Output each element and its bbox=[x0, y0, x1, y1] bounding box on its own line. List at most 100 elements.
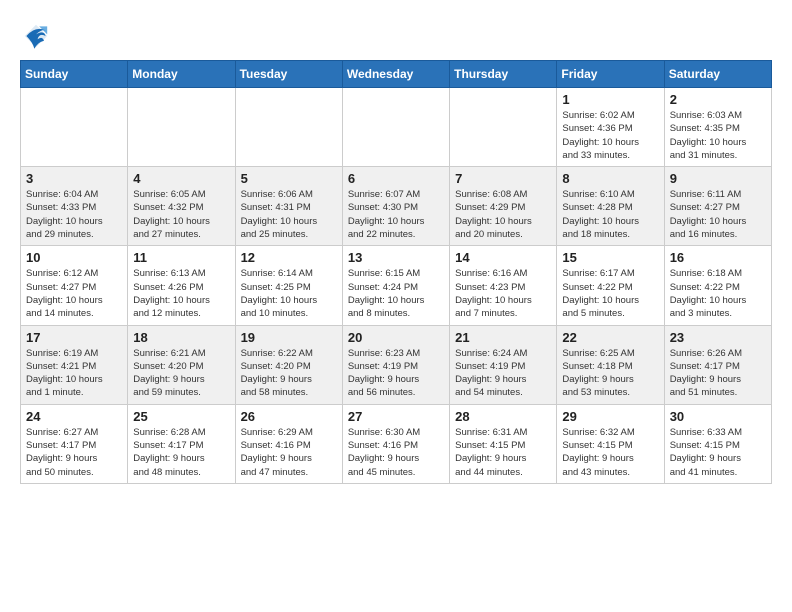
day-number: 28 bbox=[455, 409, 551, 424]
calendar-cell: 9 Sunrise: 6:11 AM Sunset: 4:27 PM Daylig… bbox=[664, 167, 771, 246]
day-number: 5 bbox=[241, 171, 337, 186]
day-info: Sunrise: 6:14 AM Sunset: 4:25 PM Dayligh… bbox=[241, 267, 337, 320]
calendar-cell: 25 Sunrise: 6:28 AM Sunset: 4:17 PM Dayli… bbox=[128, 404, 235, 483]
calendar-cell: 22 Sunrise: 6:25 AM Sunset: 4:18 PM Dayli… bbox=[557, 325, 664, 404]
calendar-cell: 28 Sunrise: 6:31 AM Sunset: 4:15 PM Dayli… bbox=[450, 404, 557, 483]
day-info: Sunrise: 6:03 AM Sunset: 4:35 PM Dayligh… bbox=[670, 109, 766, 162]
weekday-header-tuesday: Tuesday bbox=[235, 61, 342, 88]
calendar-cell: 11Sunrise: 6:13 AM Sunset: 4:26 PM Dayli… bbox=[128, 246, 235, 325]
header bbox=[20, 16, 772, 52]
day-number: 18 bbox=[133, 330, 229, 345]
day-number: 10 bbox=[26, 250, 122, 265]
day-number: 23 bbox=[670, 330, 766, 345]
calendar-cell: 24 Sunrise: 6:27 AM Sunset: 4:17 PM Dayli… bbox=[21, 404, 128, 483]
day-info: Sunrise: 6:08 AM Sunset: 4:29 PM Dayligh… bbox=[455, 188, 551, 241]
calendar: SundayMondayTuesdayWednesdayThursdayFrid… bbox=[20, 60, 772, 484]
week-row-0: 1 Sunrise: 6:02 AM Sunset: 4:36 PM Daylig… bbox=[21, 88, 772, 167]
day-number: 29 bbox=[562, 409, 658, 424]
day-number: 9 bbox=[670, 171, 766, 186]
day-info: Sunrise: 6:27 AM Sunset: 4:17 PM Dayligh… bbox=[26, 426, 122, 479]
day-number: 6 bbox=[348, 171, 444, 186]
calendar-cell: 26 Sunrise: 6:29 AM Sunset: 4:16 PM Dayli… bbox=[235, 404, 342, 483]
day-info: Sunrise: 6:29 AM Sunset: 4:16 PM Dayligh… bbox=[241, 426, 337, 479]
day-info: Sunrise: 6:18 AM Sunset: 4:22 PM Dayligh… bbox=[670, 267, 766, 320]
day-number: 1 bbox=[562, 92, 658, 107]
logo-icon bbox=[20, 20, 52, 52]
week-row-1: 3 Sunrise: 6:04 AM Sunset: 4:33 PM Daylig… bbox=[21, 167, 772, 246]
calendar-cell: 2 Sunrise: 6:03 AM Sunset: 4:35 PM Daylig… bbox=[664, 88, 771, 167]
day-number: 7 bbox=[455, 171, 551, 186]
calendar-cell bbox=[128, 88, 235, 167]
calendar-cell: 6 Sunrise: 6:07 AM Sunset: 4:30 PM Daylig… bbox=[342, 167, 449, 246]
day-number: 14 bbox=[455, 250, 551, 265]
day-info: Sunrise: 6:28 AM Sunset: 4:17 PM Dayligh… bbox=[133, 426, 229, 479]
calendar-cell bbox=[342, 88, 449, 167]
day-info: Sunrise: 6:02 AM Sunset: 4:36 PM Dayligh… bbox=[562, 109, 658, 162]
day-number: 2 bbox=[670, 92, 766, 107]
calendar-cell: 30 Sunrise: 6:33 AM Sunset: 4:15 PM Dayli… bbox=[664, 404, 771, 483]
day-number: 25 bbox=[133, 409, 229, 424]
day-info: Sunrise: 6:12 AM Sunset: 4:27 PM Dayligh… bbox=[26, 267, 122, 320]
calendar-cell: 3 Sunrise: 6:04 AM Sunset: 4:33 PM Daylig… bbox=[21, 167, 128, 246]
day-number: 16 bbox=[670, 250, 766, 265]
day-info: Sunrise: 6:06 AM Sunset: 4:31 PM Dayligh… bbox=[241, 188, 337, 241]
calendar-cell: 29 Sunrise: 6:32 AM Sunset: 4:15 PM Dayli… bbox=[557, 404, 664, 483]
calendar-cell: 5 Sunrise: 6:06 AM Sunset: 4:31 PM Daylig… bbox=[235, 167, 342, 246]
day-number: 17 bbox=[26, 330, 122, 345]
calendar-cell bbox=[450, 88, 557, 167]
calendar-cell: 12Sunrise: 6:14 AM Sunset: 4:25 PM Dayli… bbox=[235, 246, 342, 325]
day-info: Sunrise: 6:17 AM Sunset: 4:22 PM Dayligh… bbox=[562, 267, 658, 320]
day-number: 24 bbox=[26, 409, 122, 424]
day-info: Sunrise: 6:33 AM Sunset: 4:15 PM Dayligh… bbox=[670, 426, 766, 479]
weekday-header-thursday: Thursday bbox=[450, 61, 557, 88]
day-number: 8 bbox=[562, 171, 658, 186]
calendar-cell: 1 Sunrise: 6:02 AM Sunset: 4:36 PM Daylig… bbox=[557, 88, 664, 167]
calendar-cell: 23 Sunrise: 6:26 AM Sunset: 4:17 PM Dayli… bbox=[664, 325, 771, 404]
calendar-cell: 13Sunrise: 6:15 AM Sunset: 4:24 PM Dayli… bbox=[342, 246, 449, 325]
calendar-cell: 20 Sunrise: 6:23 AM Sunset: 4:19 PM Dayli… bbox=[342, 325, 449, 404]
weekday-header-friday: Friday bbox=[557, 61, 664, 88]
day-info: Sunrise: 6:04 AM Sunset: 4:33 PM Dayligh… bbox=[26, 188, 122, 241]
page: SundayMondayTuesdayWednesdayThursdayFrid… bbox=[0, 0, 792, 504]
day-info: Sunrise: 6:30 AM Sunset: 4:16 PM Dayligh… bbox=[348, 426, 444, 479]
day-info: Sunrise: 6:23 AM Sunset: 4:19 PM Dayligh… bbox=[348, 347, 444, 400]
day-number: 30 bbox=[670, 409, 766, 424]
calendar-cell: 27 Sunrise: 6:30 AM Sunset: 4:16 PM Dayli… bbox=[342, 404, 449, 483]
day-info: Sunrise: 6:31 AM Sunset: 4:15 PM Dayligh… bbox=[455, 426, 551, 479]
day-info: Sunrise: 6:21 AM Sunset: 4:20 PM Dayligh… bbox=[133, 347, 229, 400]
calendar-cell: 14Sunrise: 6:16 AM Sunset: 4:23 PM Dayli… bbox=[450, 246, 557, 325]
day-number: 26 bbox=[241, 409, 337, 424]
day-info: Sunrise: 6:32 AM Sunset: 4:15 PM Dayligh… bbox=[562, 426, 658, 479]
day-info: Sunrise: 6:25 AM Sunset: 4:18 PM Dayligh… bbox=[562, 347, 658, 400]
day-info: Sunrise: 6:26 AM Sunset: 4:17 PM Dayligh… bbox=[670, 347, 766, 400]
calendar-cell: 8Sunrise: 6:10 AM Sunset: 4:28 PM Daylig… bbox=[557, 167, 664, 246]
day-info: Sunrise: 6:24 AM Sunset: 4:19 PM Dayligh… bbox=[455, 347, 551, 400]
calendar-cell: 17 Sunrise: 6:19 AM Sunset: 4:21 PM Dayli… bbox=[21, 325, 128, 404]
weekday-header-monday: Monday bbox=[128, 61, 235, 88]
day-info: Sunrise: 6:19 AM Sunset: 4:21 PM Dayligh… bbox=[26, 347, 122, 400]
calendar-cell bbox=[21, 88, 128, 167]
day-number: 20 bbox=[348, 330, 444, 345]
day-info: Sunrise: 6:11 AM Sunset: 4:27 PM Dayligh… bbox=[670, 188, 766, 241]
day-number: 11 bbox=[133, 250, 229, 265]
calendar-cell: 7 Sunrise: 6:08 AM Sunset: 4:29 PM Daylig… bbox=[450, 167, 557, 246]
day-number: 19 bbox=[241, 330, 337, 345]
day-number: 15 bbox=[562, 250, 658, 265]
calendar-cell: 10 Sunrise: 6:12 AM Sunset: 4:27 PM Dayli… bbox=[21, 246, 128, 325]
calendar-cell bbox=[235, 88, 342, 167]
day-info: Sunrise: 6:07 AM Sunset: 4:30 PM Dayligh… bbox=[348, 188, 444, 241]
day-number: 13 bbox=[348, 250, 444, 265]
day-number: 3 bbox=[26, 171, 122, 186]
calendar-cell: 4Sunrise: 6:05 AM Sunset: 4:32 PM Daylig… bbox=[128, 167, 235, 246]
day-number: 27 bbox=[348, 409, 444, 424]
week-row-3: 17 Sunrise: 6:19 AM Sunset: 4:21 PM Dayli… bbox=[21, 325, 772, 404]
day-info: Sunrise: 6:05 AM Sunset: 4:32 PM Dayligh… bbox=[133, 188, 229, 241]
weekday-header-saturday: Saturday bbox=[664, 61, 771, 88]
calendar-cell: 21 Sunrise: 6:24 AM Sunset: 4:19 PM Dayli… bbox=[450, 325, 557, 404]
week-row-2: 10 Sunrise: 6:12 AM Sunset: 4:27 PM Dayli… bbox=[21, 246, 772, 325]
day-number: 22 bbox=[562, 330, 658, 345]
week-row-4: 24 Sunrise: 6:27 AM Sunset: 4:17 PM Dayli… bbox=[21, 404, 772, 483]
logo bbox=[20, 20, 56, 52]
calendar-cell: 16 Sunrise: 6:18 AM Sunset: 4:22 PM Dayli… bbox=[664, 246, 771, 325]
day-number: 21 bbox=[455, 330, 551, 345]
